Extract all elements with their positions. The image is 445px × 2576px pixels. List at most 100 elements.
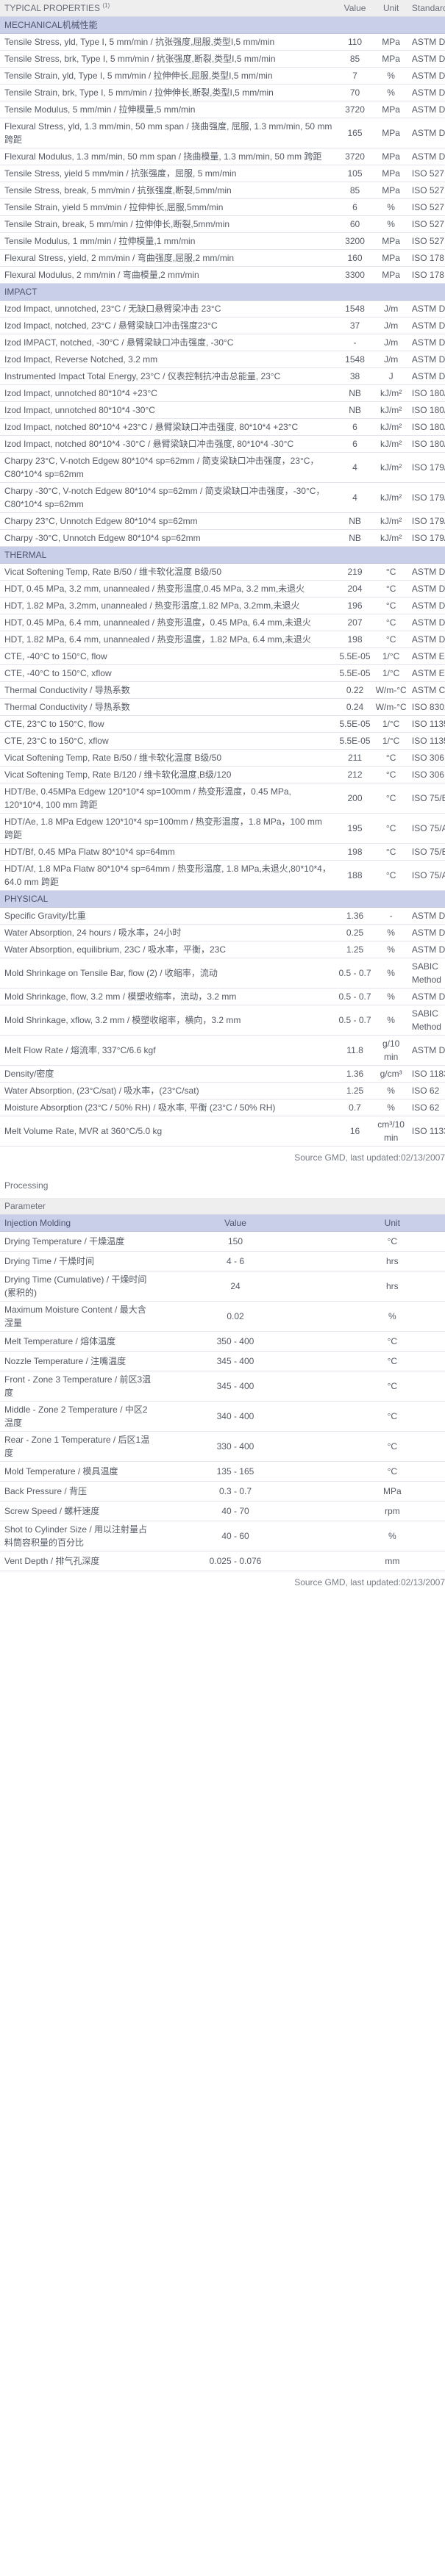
property-row: Izod Impact, notched 80*10*4 +23°C / 悬臂梁…: [0, 418, 445, 436]
property-row: Tensile Strain, yield 5 mm/min / 拉伸伸长,屈服…: [0, 198, 445, 216]
property-value: NB: [336, 384, 374, 402]
property-value: 195: [336, 813, 374, 844]
property-standard: ASTM D 648: [408, 597, 445, 614]
property-value: 38: [336, 367, 374, 385]
property-row: Vicat Softening Temp, Rate B/50 / 维卡软化温度…: [0, 749, 445, 767]
property-row: Tensile Strain, break, 5 mm/min / 拉伸伸长,断…: [0, 215, 445, 233]
section-title: THERMAL: [0, 546, 445, 564]
property-unit: cm³/10 min: [373, 1116, 409, 1147]
property-unit: MPa: [373, 249, 409, 267]
property-name: Thermal Conductivity / 导热系数: [0, 681, 337, 699]
property-standard: ASTM D 256: [408, 334, 445, 351]
property-value: 105: [336, 165, 374, 182]
processing-table: Parameter Injection Molding Value Unit D…: [0, 1198, 445, 1571]
property-row: Izod Impact, notched, 23°C / 悬臂梁缺口冲击强度23…: [0, 317, 445, 334]
processing-row: Shot to Cylinder Size / 用以注射量占料筒容积量的百分比 4…: [0, 1521, 445, 1551]
processing-row: Middle - Zone 2 Temperature / 中区2温度 340 -…: [0, 1401, 445, 1432]
property-value: 85: [336, 50, 374, 68]
property-value: 11.8: [336, 1035, 374, 1066]
property-row: Density/密度 1.36 g/cm³ ISO 1183: [0, 1065, 445, 1083]
processing-row: Back Pressure / 背压 0.3 - 0.7 MPa: [0, 1481, 445, 1502]
property-unit: kJ/m²: [373, 452, 409, 483]
property-name: Melt Flow Rate / 熔流率, 337°C/6.6 kgf: [0, 1035, 337, 1066]
property-value: 1.36: [336, 1065, 374, 1083]
property-name: Charpy 23°C, V-notch Edgew 80*10*4 sp=62…: [0, 452, 337, 483]
processing-row: Nozzle Temperature / 注嘴温度 345 - 400 °C: [0, 1351, 445, 1371]
property-unit: °C: [373, 766, 409, 783]
property-row: Tensile Stress, break, 5 mm/min / 抗张强度,断…: [0, 182, 445, 199]
property-standard: ISO 179/1eA: [408, 482, 445, 513]
property-standard: ASTM D 638: [408, 84, 445, 101]
property-name: Tensile Stress, brk, Type I, 5 mm/min / …: [0, 50, 337, 68]
property-name: Tensile Stress, break, 5 mm/min / 抗张强度,断…: [0, 182, 337, 199]
property-unit: kJ/m²: [373, 482, 409, 513]
processing-value-header: Value: [157, 1214, 314, 1232]
processing-title: Processing: [4, 1180, 49, 1191]
processing-row: Drying Time / 干燥时间 4 - 6 hrs: [0, 1251, 445, 1271]
property-name: CTE, -40°C to 150°C, flow: [0, 647, 337, 665]
property-name: Water Absorption, 24 hours / 吸水率，24小时: [0, 924, 337, 941]
property-name: HDT/Af, 1.8 MPa Flatw 80*10*4 sp=64mm / …: [0, 860, 337, 891]
property-standard: ISO 527: [408, 182, 445, 199]
property-name: HDT/Ae, 1.8 MPa Edgew 120*10*4 sp=100mm …: [0, 813, 337, 844]
property-unit: MPa: [373, 33, 409, 51]
processing-parameter: Drying Temperature / 干燥温度: [0, 1231, 157, 1252]
property-unit: J/m: [373, 300, 409, 317]
property-row: HDT, 0.45 MPa, 3.2 mm, unannealed / 热变形温…: [0, 580, 445, 598]
processing-row: Maximum Moisture Content / 最大含湿量 0.02%: [0, 1301, 445, 1332]
property-standard: SABIC Method: [408, 1005, 445, 1036]
property-value: 207: [336, 614, 374, 631]
property-name: HDT/Bf, 0.45 MPa Flatw 80*10*4 sp=64mm: [0, 843, 337, 861]
property-row: Flexural Stress, yld, 1.3 mm/min, 50 mm …: [0, 118, 445, 148]
property-name: Flexural Stress, yield, 2 mm/min / 弯曲强度,…: [0, 249, 337, 267]
property-name: Mold Shrinkage, flow, 3.2 mm / 模塑收缩率，流动，…: [0, 988, 337, 1005]
property-standard: ISO 75/Be: [408, 783, 445, 814]
property-value: 3300: [336, 266, 374, 284]
property-standard: ISO 179/1eA: [408, 452, 445, 483]
property-value: 4: [336, 452, 374, 483]
property-value: 1548: [336, 300, 374, 317]
property-unit: 1/°C: [373, 715, 409, 733]
property-value: 165: [336, 118, 374, 148]
property-row: Tensile Stress, yield 5 mm/min / 抗张强度，屈服…: [0, 165, 445, 182]
processing-unit: °C: [313, 1231, 445, 1252]
property-name: Moisture Absorption (23°C / 50% RH) / 吸水…: [0, 1099, 337, 1116]
section-title: IMPACT: [0, 283, 445, 301]
property-name: Mold Shrinkage, xflow, 3.2 mm / 模塑收缩率，横向…: [0, 1005, 337, 1036]
property-unit: %: [373, 1005, 409, 1036]
property-unit: MPa: [373, 50, 409, 68]
property-standard: ISO 75/Ae: [408, 813, 445, 844]
property-value: 1548: [336, 351, 374, 368]
property-row: Thermal Conductivity / 导热系数 0.24 W/m-°C ISO…: [0, 698, 445, 716]
property-standard: ASTM D 638: [408, 67, 445, 85]
processing-value: 340 - 400: [157, 1401, 314, 1432]
processing-row: Melt Temperature / 熔体温度 350 - 400 °C: [0, 1331, 445, 1352]
processing-value: 150: [157, 1231, 314, 1252]
property-standard: ISO 178: [408, 249, 445, 267]
property-row: Melt Flow Rate / 熔流率, 337°C/6.6 kgf 11.8 g…: [0, 1035, 445, 1066]
typical-source-note: Source GMD, last updated:02/13/2007: [294, 1152, 445, 1163]
property-row: Water Absorption, equilibrium, 23C / 吸水率…: [0, 941, 445, 958]
property-unit: 1/°C: [373, 664, 409, 682]
property-row: Charpy 23°C, V-notch Edgew 80*10*4 sp=62…: [0, 452, 445, 483]
property-row: Izod Impact, unnotched 80*10*4 +23°C NB kJ…: [0, 384, 445, 402]
property-standard: SABIC Method: [408, 958, 445, 989]
value-header: Value: [336, 0, 374, 17]
processing-value: 24: [157, 1271, 314, 1302]
processing-value: 330 - 400: [157, 1431, 314, 1462]
property-name: CTE, -40°C to 150°C, xflow: [0, 664, 337, 682]
property-unit: kJ/m²: [373, 418, 409, 436]
property-name: Vicat Softening Temp, Rate B/120 / 维卡软化温…: [0, 766, 337, 783]
property-value: 6: [336, 418, 374, 436]
property-unit: °C: [373, 783, 409, 814]
property-value: 0.5 - 0.7: [336, 958, 374, 989]
property-value: 211: [336, 749, 374, 767]
processing-unit: MPa: [313, 1481, 445, 1502]
property-row: Charpy -30°C, V-notch Edgew 80*10*4 sp=6…: [0, 482, 445, 513]
property-value: 16: [336, 1116, 374, 1147]
property-name: Tensile Strain, yld, Type I, 5 mm/min / …: [0, 67, 337, 85]
property-unit: %: [373, 67, 409, 85]
property-standard: ASTM D 570: [408, 941, 445, 958]
property-row: HDT/Ae, 1.8 MPa Edgew 120*10*4 sp=100mm …: [0, 813, 445, 844]
processing-unit: mm: [313, 1551, 445, 1571]
